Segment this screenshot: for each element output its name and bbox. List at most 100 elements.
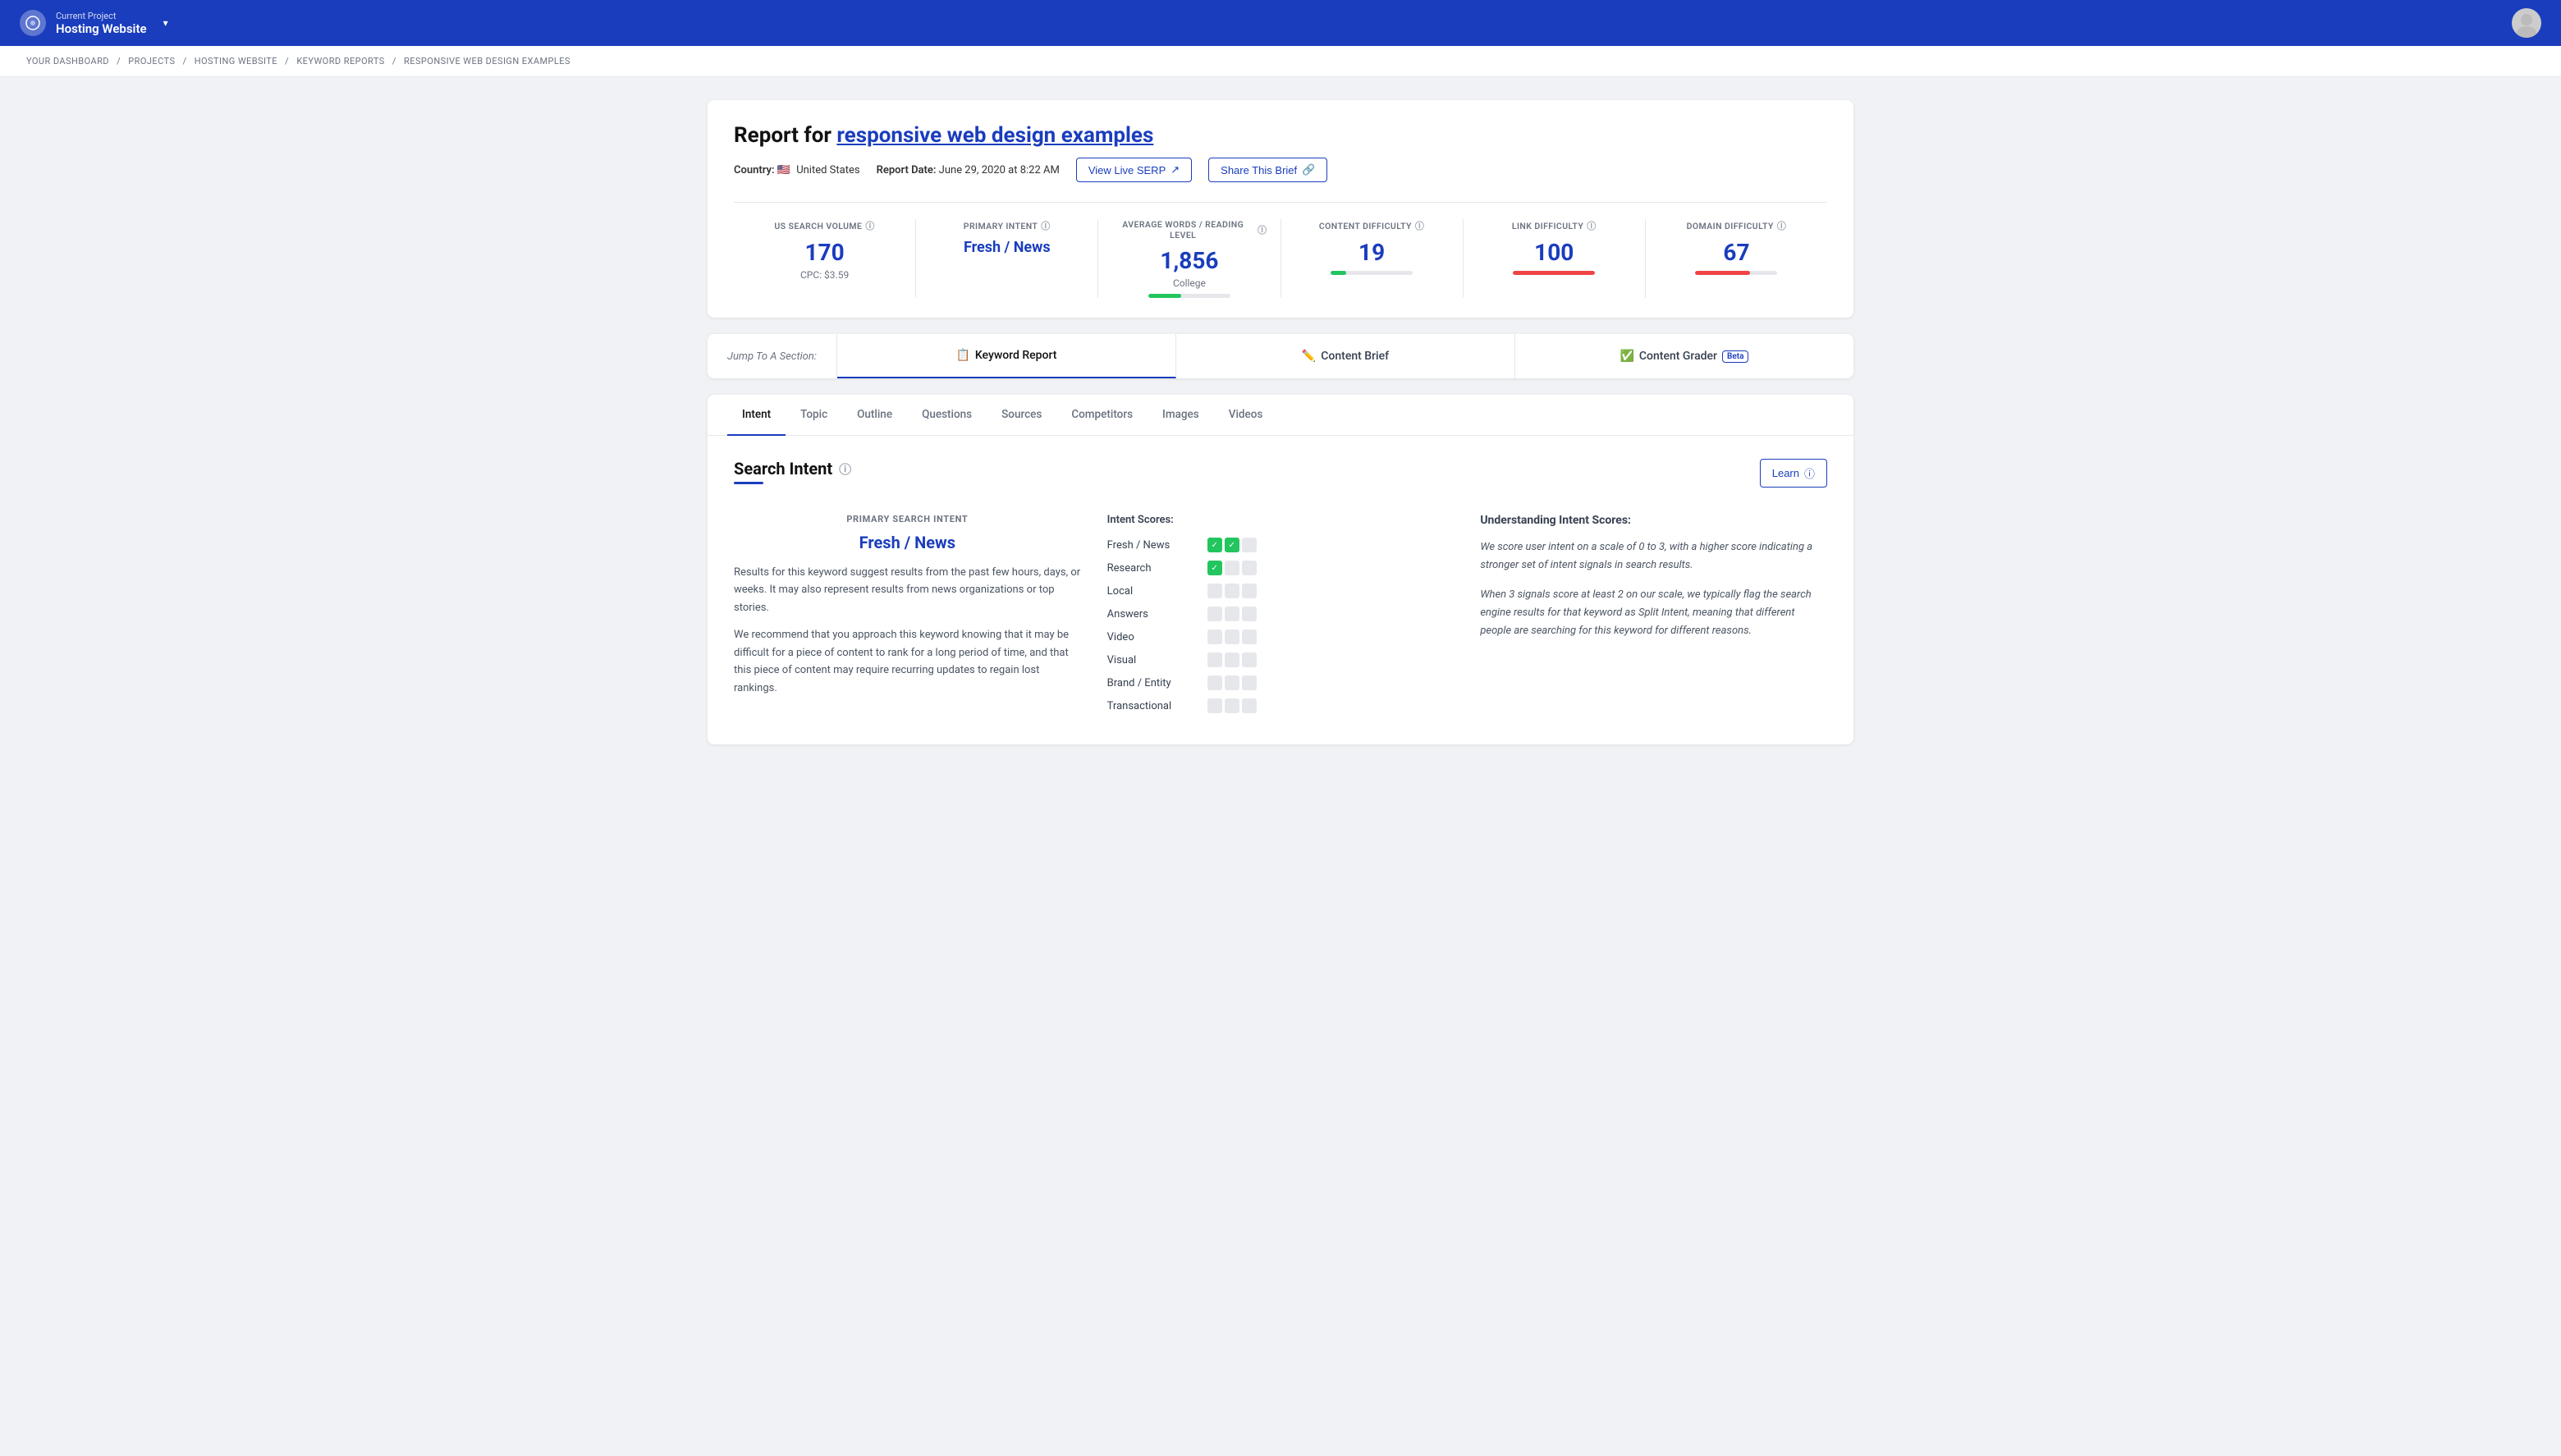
link-difficulty-value: 100 <box>1477 239 1632 266</box>
score-box <box>1242 607 1257 621</box>
score-boxes <box>1207 675 1257 690</box>
content-diff-info-icon[interactable]: ⓘ <box>1415 219 1424 232</box>
primary-intent-col: PRIMARY SEARCH INTENT Fresh / News Resul… <box>734 514 1081 721</box>
intent-score-name: Visual <box>1107 654 1198 666</box>
understanding-text: We score user intent on a scale of 0 to … <box>1480 538 1827 640</box>
link-difficulty-progress <box>1513 271 1595 275</box>
current-project-label: Current Project <box>56 11 147 21</box>
main-content: Report for responsive web design example… <box>681 77 1880 767</box>
intent-score-row: Fresh / News✓✓ <box>1107 538 1455 552</box>
score-boxes <box>1207 630 1257 644</box>
jump-label: Jump To A Section: <box>708 334 837 378</box>
sub-tab-images[interactable]: Images <box>1148 395 1214 436</box>
share-brief-button[interactable]: Share This Brief 🔗 <box>1208 158 1327 182</box>
keyword-report-icon: 📋 <box>955 349 969 362</box>
primary-intent-value: Fresh / News <box>929 239 1084 256</box>
breadcrumb-dashboard[interactable]: YOUR DASHBOARD <box>26 56 109 66</box>
intent-score-name: Local <box>1107 585 1198 598</box>
breadcrumb: YOUR DASHBOARD / PROJECTS / HOSTING WEBS… <box>0 46 2561 77</box>
avg-words-info-icon[interactable]: ⓘ <box>1258 223 1267 236</box>
search-volume-cpc: CPC: $3.59 <box>747 269 902 281</box>
breadcrumb-current: RESPONSIVE WEB DESIGN EXAMPLES <box>404 56 570 66</box>
intent-score-row: Transactional <box>1107 698 1455 713</box>
report-meta: Country: 🇺🇸 United States Report Date: J… <box>734 158 1827 182</box>
report-title: Report for responsive web design example… <box>734 123 1827 148</box>
sub-tabs: Intent Topic Outline Questions Sources C… <box>708 395 1853 436</box>
stat-domain-difficulty: DOMAIN DIFFICULTY ⓘ 67 <box>1646 219 1827 298</box>
sub-tab-competitors[interactable]: Competitors <box>1056 395 1148 436</box>
intent-score-name: Fresh / News <box>1107 539 1198 552</box>
report-date: Report Date: June 29, 2020 at 8:22 AM <box>877 164 1060 176</box>
stat-link-difficulty: LINK DIFFICULTY ⓘ 100 <box>1464 219 1646 298</box>
project-dropdown-chevron[interactable]: ▾ <box>163 17 168 29</box>
intent-description: Results for this keyword suggest results… <box>734 564 1081 697</box>
avg-words-value: 1,856 <box>1111 247 1267 274</box>
search-volume-value: 170 <box>747 239 902 266</box>
score-boxes <box>1207 584 1257 598</box>
score-boxes <box>1207 652 1257 667</box>
sub-tab-sources[interactable]: Sources <box>987 395 1056 436</box>
score-box <box>1207 698 1222 713</box>
search-volume-info-icon[interactable]: ⓘ <box>865 219 874 232</box>
score-boxes <box>1207 698 1257 713</box>
tab-content-brief[interactable]: ✏️ Content Brief <box>1176 334 1515 378</box>
score-box <box>1225 675 1239 690</box>
score-box <box>1242 538 1257 552</box>
report-keyword-link[interactable]: responsive web design examples <box>836 123 1153 148</box>
sub-tab-questions[interactable]: Questions <box>907 395 987 436</box>
intent-score-name: Research <box>1107 562 1198 575</box>
breadcrumb-projects[interactable]: PROJECTS <box>128 56 175 66</box>
understanding-col: Understanding Intent Scores: We score us… <box>1480 514 1827 721</box>
external-link-icon: ↗ <box>1171 163 1180 176</box>
score-box <box>1207 675 1222 690</box>
link-icon: 🔗 <box>1302 163 1315 176</box>
primary-intent-info-icon[interactable]: ⓘ <box>1041 219 1050 232</box>
intent-score-row: Research ✓ <box>1107 561 1455 575</box>
learn-info-icon: ⓘ <box>1804 465 1815 481</box>
score-box <box>1207 584 1222 598</box>
project-icon <box>20 10 46 36</box>
section-header-row: Search Intent ⓘ Learn ⓘ <box>734 459 1827 504</box>
sub-tab-intent[interactable]: Intent <box>727 395 786 436</box>
nav-left: Current Project Hosting Website ▾ <box>20 10 168 36</box>
intent-score-name: Video <box>1107 631 1198 643</box>
section-info-icon[interactable]: ⓘ <box>839 460 851 478</box>
sub-tab-outline[interactable]: Outline <box>842 395 907 436</box>
section-title: Search Intent ⓘ <box>734 459 851 478</box>
section-underline <box>734 482 763 484</box>
intent-score-row: Video <box>1107 630 1455 644</box>
content-difficulty-progress <box>1331 271 1413 275</box>
primary-intent-col-label: PRIMARY SEARCH INTENT <box>734 514 1081 524</box>
project-name: Hosting Website <box>56 21 147 36</box>
score-box <box>1225 584 1239 598</box>
breadcrumb-hosting[interactable]: HOSTING WEBSITE <box>195 56 277 66</box>
link-diff-info-icon[interactable]: ⓘ <box>1587 219 1596 232</box>
score-box <box>1207 652 1222 667</box>
score-box <box>1225 607 1239 621</box>
tab-content-grader[interactable]: ✅ Content Grader Beta <box>1515 334 1853 378</box>
sub-tab-videos[interactable]: Videos <box>1214 395 1278 436</box>
intent-score-row: Brand / Entity <box>1107 675 1455 690</box>
domain-difficulty-progress <box>1695 271 1777 275</box>
domain-difficulty-value: 67 <box>1659 239 1814 266</box>
score-box <box>1242 584 1257 598</box>
top-nav: Current Project Hosting Website ▾ <box>0 0 2561 46</box>
stat-search-volume: US SEARCH VOLUME ⓘ 170 CPC: $3.59 <box>734 219 916 298</box>
sub-tab-topic[interactable]: Topic <box>786 395 842 436</box>
learn-button[interactable]: Learn ⓘ <box>1760 459 1827 488</box>
view-live-serp-button[interactable]: View Live SERP ↗ <box>1076 158 1192 182</box>
score-box <box>1207 630 1222 644</box>
primary-intent-display-value: Fresh / News <box>734 533 1081 552</box>
score-boxes: ✓ <box>1207 561 1257 575</box>
intent-score-row: Visual <box>1107 652 1455 667</box>
score-box <box>1225 561 1239 575</box>
intent-grid: PRIMARY SEARCH INTENT Fresh / News Resul… <box>734 514 1827 721</box>
report-card: Report for responsive web design example… <box>708 100 1853 318</box>
avatar[interactable] <box>2512 8 2541 38</box>
breadcrumb-keyword-reports[interactable]: KEYWORD REPORTS <box>296 56 384 66</box>
intent-scores-col: Intent Scores: Fresh / News✓✓Research✓Lo… <box>1107 514 1455 721</box>
score-box <box>1242 630 1257 644</box>
tab-keyword-report[interactable]: 📋 Keyword Report <box>837 334 1176 378</box>
domain-diff-info-icon[interactable]: ⓘ <box>1777 219 1786 232</box>
intent-score-name: Brand / Entity <box>1107 677 1198 689</box>
